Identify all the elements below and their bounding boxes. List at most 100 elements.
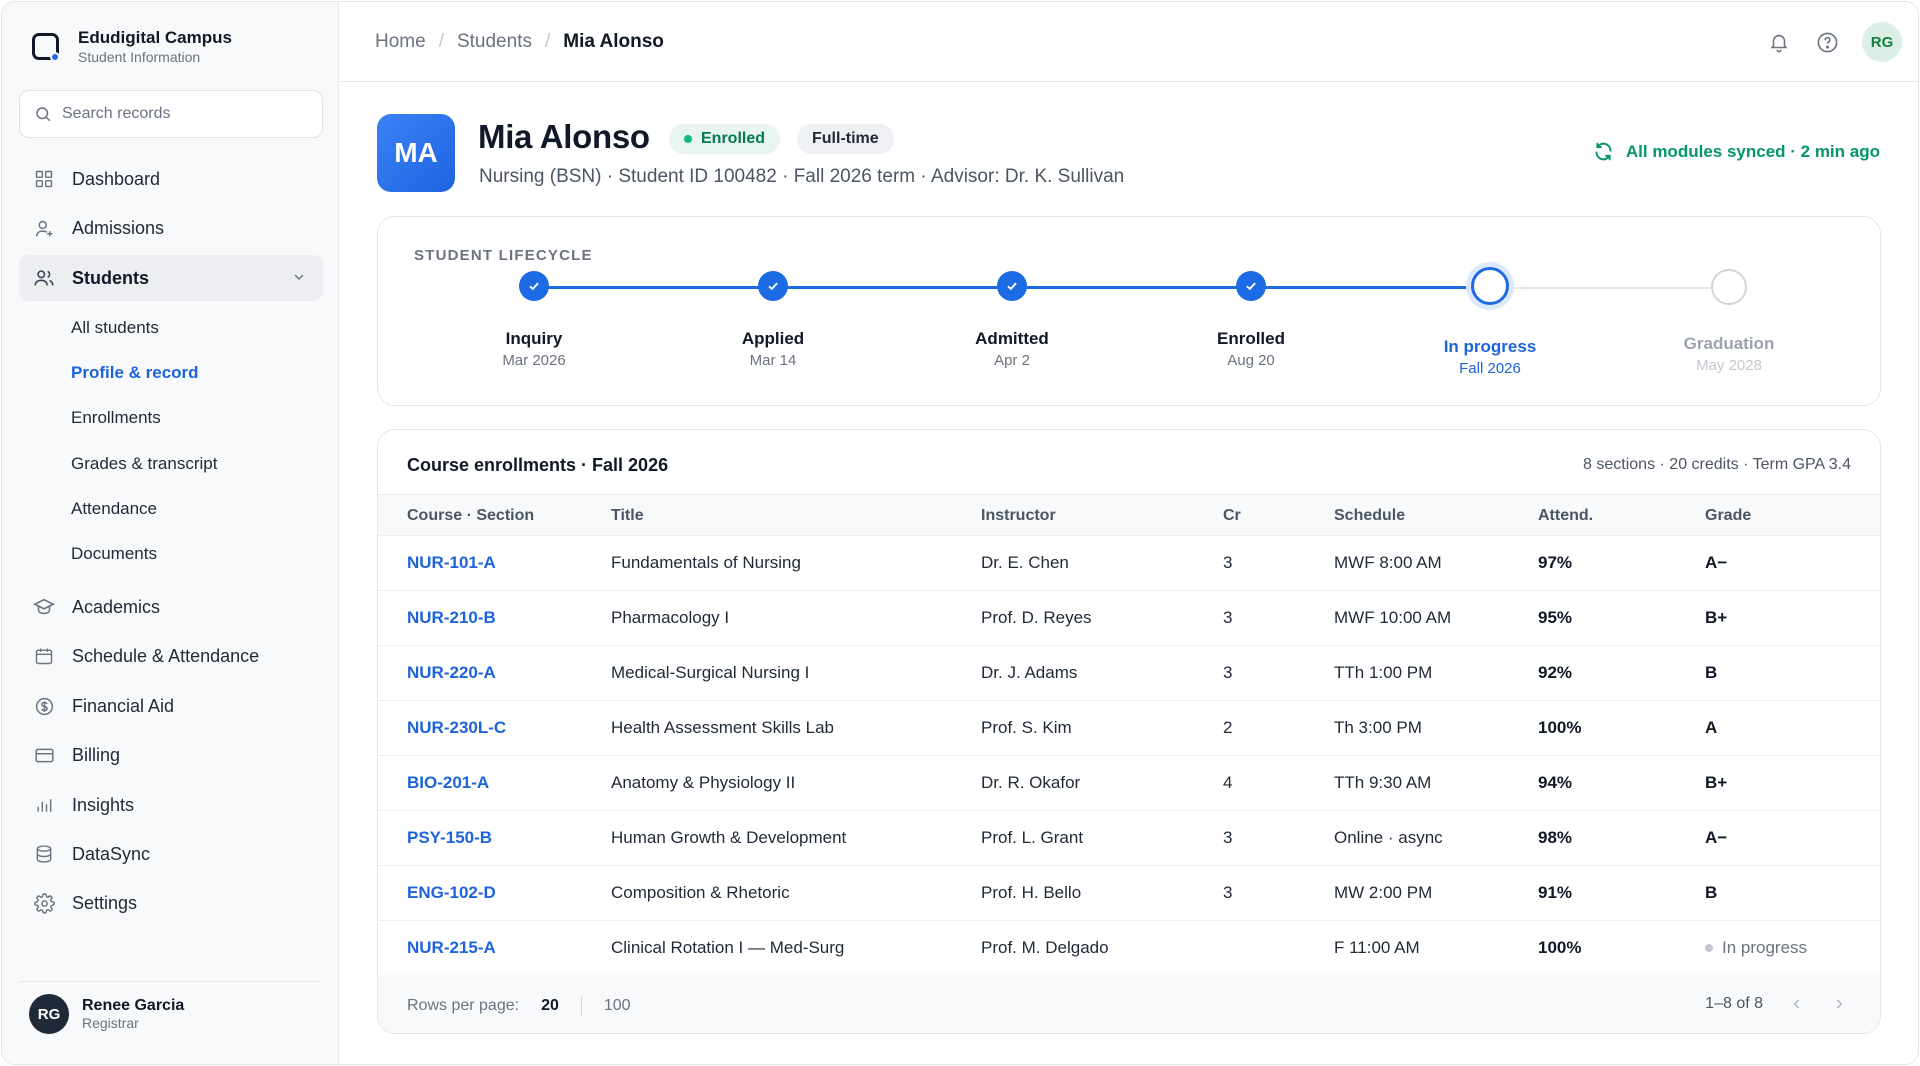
check-icon — [997, 271, 1027, 301]
brand-logo-icon — [30, 31, 62, 63]
course-code-link[interactable]: NUR-220-A — [407, 663, 496, 683]
rows-per-page-option[interactable]: 100 — [604, 997, 631, 1015]
sidebar-item-billing[interactable]: Billing — [19, 732, 323, 778]
step-label: Enrolled — [1216, 329, 1285, 348]
course-title: Anatomy & Physiology II — [611, 773, 796, 792]
sync-status[interactable]: All modules synced · 2 min ago — [1593, 141, 1880, 162]
attendance: 94% — [1538, 773, 1573, 792]
pending-dot-icon — [1705, 944, 1713, 952]
sidebar-subitem-grades-transcript[interactable]: Grades & transcript — [71, 449, 217, 479]
column-header[interactable]: Instructor — [981, 507, 1056, 525]
sidebar-divider — [19, 981, 322, 982]
sidebar-item-financial-aid[interactable]: Financial Aid — [19, 683, 323, 729]
sidebar-item-academics[interactable]: Academics — [19, 584, 323, 630]
help-icon[interactable] — [1814, 29, 1840, 55]
schedule: MWF 10:00 AM — [1334, 608, 1452, 627]
check-icon — [519, 271, 549, 301]
load-badge: Full-time — [797, 124, 894, 154]
status-dot-icon — [684, 135, 692, 143]
rows-per-page-option[interactable]: 20 — [541, 997, 559, 1015]
schedule: F 11:00 AM — [1334, 938, 1420, 957]
column-header[interactable]: Course · Section — [407, 507, 534, 525]
instructor: Prof. D. Reyes — [981, 608, 1092, 627]
breadcrumb-students[interactable]: Students — [457, 31, 532, 53]
sidebar-subitem-enrollments[interactable]: Enrollments — [71, 403, 161, 433]
chevron-left-icon[interactable] — [1789, 996, 1805, 1012]
bell-icon[interactable] — [1766, 29, 1792, 55]
user-role: Registrar — [82, 1015, 139, 1031]
avatar[interactable]: RG — [1862, 22, 1902, 62]
schedule: Online · async — [1334, 828, 1443, 847]
step-date: May 2028 — [1696, 357, 1762, 374]
course-title: Human Growth & Development — [611, 828, 847, 847]
refresh-icon — [1595, 142, 1612, 161]
attendance: 100% — [1538, 718, 1582, 737]
step-date: Mar 2026 — [502, 352, 566, 369]
schedule: Th 3:00 PM — [1334, 718, 1422, 737]
breadcrumb-current: Mia Alonso — [563, 31, 664, 52]
credits: 4 — [1223, 773, 1233, 792]
grade: A− — [1705, 553, 1728, 572]
chevron-down-icon[interactable] — [291, 269, 307, 285]
sidebar-item-admissions[interactable]: Admissions — [19, 205, 323, 251]
course-code-link[interactable]: NUR-101-A — [407, 553, 496, 573]
table-row[interactable]: BIO-201-A Anatomy & Physiology II Dr. R.… — [378, 756, 1880, 811]
column-header[interactable]: Cr — [1223, 507, 1241, 525]
course-code-link[interactable]: NUR-215-A — [407, 938, 496, 958]
app-subtitle: Student Information — [78, 49, 201, 65]
database-icon — [33, 843, 55, 865]
sidebar-item-datasync[interactable]: DataSync — [19, 831, 323, 877]
divider — [580, 996, 582, 1016]
table-row[interactable]: ENG-102-D Composition & Rhetoric Prof. H… — [378, 866, 1880, 921]
grade: B — [1705, 883, 1718, 902]
sidebar-subitem-documents[interactable]: Documents — [71, 539, 157, 569]
attendance: 95% — [1538, 608, 1573, 627]
sidebar-item-students[interactable]: Students — [19, 255, 323, 301]
column-header[interactable]: Title — [611, 507, 644, 525]
enrollments-summary: 8 sections · 20 credits · Term GPA 3.4 — [1583, 456, 1851, 473]
breadcrumb-home[interactable]: Home — [375, 31, 426, 53]
chevron-right-icon[interactable] — [1831, 996, 1847, 1012]
instructor: Prof. M. Delgado — [981, 938, 1109, 957]
brand[interactable]: Edudigital Campus Student Information — [30, 28, 232, 66]
search-input[interactable] — [62, 105, 302, 123]
instructor: Prof. L. Grant — [981, 828, 1084, 847]
topbar-actions: RG — [1766, 22, 1902, 62]
course-code-link[interactable]: NUR-210-B — [407, 608, 496, 628]
column-header[interactable]: Attend. — [1538, 507, 1593, 525]
sidebar-subitem-attendance[interactable]: Attendance — [71, 494, 157, 524]
step-date: Apr 2 — [994, 352, 1030, 369]
sidebar-item-settings[interactable]: Settings — [19, 880, 323, 926]
table-row[interactable]: NUR-101-A Fundamentals of Nursing Dr. E.… — [378, 536, 1880, 591]
course-code-link[interactable]: NUR-230L-C — [407, 718, 506, 738]
lifecycle-track: Inquiry Mar 2026 Applied Mar 14 Admitted… — [378, 217, 1880, 405]
rows-per-page: Rows per page: 20 100 — [407, 996, 631, 1016]
course-title: Fundamentals of Nursing — [611, 553, 801, 572]
credits: 3 — [1223, 883, 1233, 902]
status-badge-label: Enrolled — [701, 130, 766, 147]
column-header[interactable]: Grade — [1705, 507, 1751, 525]
course-code-link[interactable]: PSY-150-B — [407, 828, 492, 848]
current-step-icon — [1471, 267, 1509, 305]
user-profile[interactable]: RG Renee Garcia Registrar — [29, 994, 184, 1034]
column-header[interactable]: Schedule — [1334, 507, 1405, 525]
search-box[interactable] — [19, 90, 323, 138]
pagination-range: 1–8 of 8 — [1705, 995, 1763, 1012]
table-row[interactable]: NUR-215-A Clinical Rotation I — Med-Surg… — [378, 921, 1880, 976]
sidebar-item-dashboard[interactable]: Dashboard — [19, 156, 323, 202]
table-row[interactable]: NUR-220-A Medical-Surgical Nursing I Dr.… — [378, 646, 1880, 701]
sidebar-item-label: DataSync — [72, 843, 151, 864]
sidebar-item-insights[interactable]: Insights — [19, 782, 323, 828]
course-code-link[interactable]: BIO-201-A — [407, 773, 489, 793]
sidebar-item-label: Insights — [72, 794, 135, 815]
course-title: Clinical Rotation I — Med-Surg — [611, 938, 845, 957]
sidebar-item-schedule-attendance[interactable]: Schedule & Attendance — [19, 633, 323, 679]
sidebar-subitem-profile-record[interactable]: Profile & record — [71, 358, 199, 388]
breadcrumb-separator: / — [544, 31, 551, 52]
step-label: Applied — [741, 329, 805, 348]
course-code-link[interactable]: ENG-102-D — [407, 883, 496, 903]
table-row[interactable]: PSY-150-B Human Growth & Development Pro… — [378, 811, 1880, 866]
table-row[interactable]: NUR-210-B Pharmacology I Prof. D. Reyes … — [378, 591, 1880, 646]
table-row[interactable]: NUR-230L-C Health Assessment Skills Lab … — [378, 701, 1880, 756]
sidebar-subitem-all-students[interactable]: All students — [71, 313, 159, 343]
